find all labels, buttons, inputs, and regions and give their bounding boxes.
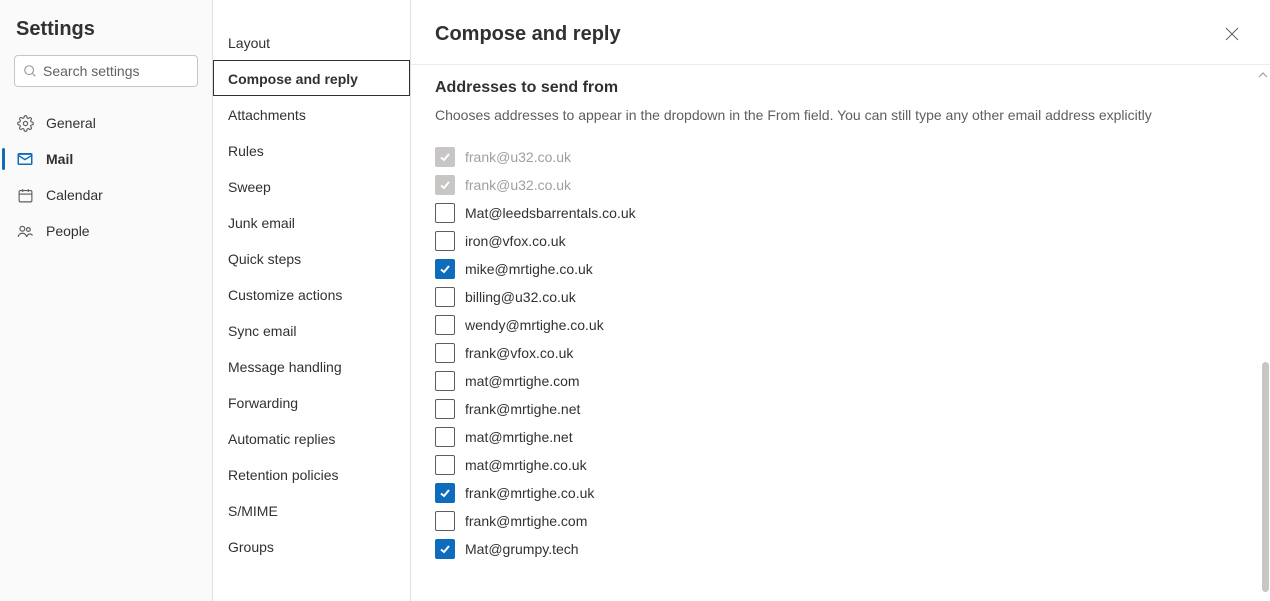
address-label: mike@mrtighe.co.uk: [465, 261, 593, 277]
submenu-item[interactable]: Customize actions: [213, 276, 410, 312]
address-label: frank@vfox.co.uk: [465, 345, 573, 361]
gear-icon: [16, 114, 34, 132]
address-checkbox[interactable]: [435, 511, 455, 531]
address-item: frank@u32.co.uk: [435, 143, 1246, 171]
address-checkbox[interactable]: [435, 343, 455, 363]
submenu-item[interactable]: S/MIME: [213, 492, 410, 528]
address-label: Mat@leedsbarrentals.co.uk: [465, 205, 636, 221]
mail-icon: [16, 150, 34, 168]
address-checkbox[interactable]: [435, 203, 455, 223]
category-label: Mail: [46, 151, 73, 167]
address-item[interactable]: Mat@leedsbarrentals.co.uk: [435, 199, 1246, 227]
submenu-item[interactable]: Quick steps: [213, 240, 410, 276]
content-header: Compose and reply: [411, 0, 1270, 65]
address-checkbox[interactable]: [435, 539, 455, 559]
mail-submenu: LayoutCompose and replyAttachmentsRulesS…: [213, 0, 411, 601]
address-checkbox[interactable]: [435, 399, 455, 419]
address-checkbox[interactable]: [435, 259, 455, 279]
category-label: Calendar: [46, 187, 103, 203]
category-mail[interactable]: Mail: [0, 141, 212, 177]
address-checkbox[interactable]: [435, 427, 455, 447]
address-checkbox: [435, 147, 455, 167]
address-label: iron@vfox.co.uk: [465, 233, 566, 249]
address-item[interactable]: Mat@grumpy.tech: [435, 535, 1246, 563]
search-input[interactable]: [43, 63, 189, 79]
scrollbar-track[interactable]: [1261, 62, 1269, 599]
content-heading: Compose and reply: [435, 23, 621, 46]
settings-title: Settings: [0, 18, 212, 55]
address-list: frank@u32.co.uk frank@u32.co.uk Mat@leedsb…: [435, 143, 1246, 563]
category-calendar[interactable]: Calendar: [0, 177, 212, 213]
address-label: frank@mrtighe.com: [465, 513, 587, 529]
submenu-item[interactable]: Retention policies: [213, 456, 410, 492]
section-description: Chooses addresses to appear in the dropd…: [435, 107, 1246, 123]
submenu-item[interactable]: Sweep: [213, 168, 410, 204]
address-item[interactable]: iron@vfox.co.uk: [435, 227, 1246, 255]
address-checkbox[interactable]: [435, 483, 455, 503]
address-item: frank@u32.co.uk: [435, 171, 1246, 199]
address-label: frank@mrtighe.net: [465, 401, 580, 417]
submenu-item[interactable]: Junk email: [213, 204, 410, 240]
address-label: mat@mrtighe.co.uk: [465, 457, 587, 473]
close-button[interactable]: [1218, 20, 1246, 48]
category-label: People: [46, 223, 90, 239]
category-general[interactable]: General: [0, 105, 212, 141]
address-checkbox: [435, 175, 455, 195]
address-label: frank@u32.co.uk: [465, 177, 571, 193]
address-item[interactable]: frank@mrtighe.net: [435, 395, 1246, 423]
address-item[interactable]: mat@mrtighe.com: [435, 367, 1246, 395]
address-label: frank@mrtighe.co.uk: [465, 485, 594, 501]
submenu-item[interactable]: Groups: [213, 528, 410, 564]
address-checkbox[interactable]: [435, 455, 455, 475]
address-label: mat@mrtighe.com: [465, 373, 580, 389]
address-item[interactable]: mat@mrtighe.co.uk: [435, 451, 1246, 479]
submenu-item[interactable]: Automatic replies: [213, 420, 410, 456]
close-icon: [1225, 27, 1239, 41]
submenu-item[interactable]: Layout: [213, 24, 410, 60]
search-icon: [23, 64, 37, 78]
section-title: Addresses to send from: [435, 79, 1246, 97]
address-checkbox[interactable]: [435, 371, 455, 391]
people-icon: [16, 222, 34, 240]
address-item[interactable]: frank@vfox.co.uk: [435, 339, 1246, 367]
submenu-item[interactable]: Rules: [213, 132, 410, 168]
submenu-item[interactable]: Forwarding: [213, 384, 410, 420]
address-checkbox[interactable]: [435, 315, 455, 335]
settings-sidebar: Settings General Mail Calendar People: [0, 0, 213, 601]
address-checkbox[interactable]: [435, 231, 455, 251]
category-label: General: [46, 115, 96, 131]
search-box[interactable]: [14, 55, 198, 87]
address-label: mat@mrtighe.net: [465, 429, 573, 445]
address-label: Mat@grumpy.tech: [465, 541, 579, 557]
address-item[interactable]: wendy@mrtighe.co.uk: [435, 311, 1246, 339]
calendar-icon: [16, 186, 34, 204]
search-wrap: [0, 55, 212, 105]
submenu-item[interactable]: Attachments: [213, 96, 410, 132]
address-item[interactable]: mat@mrtighe.net: [435, 423, 1246, 451]
category-people[interactable]: People: [0, 213, 212, 249]
submenu-item[interactable]: Message handling: [213, 348, 410, 384]
content-panel: Compose and reply Addresses to send from…: [411, 0, 1270, 601]
submenu-item[interactable]: Sync email: [213, 312, 410, 348]
address-label: billing@u32.co.uk: [465, 289, 576, 305]
address-item[interactable]: frank@mrtighe.co.uk: [435, 479, 1246, 507]
address-item[interactable]: billing@u32.co.uk: [435, 283, 1246, 311]
address-checkbox[interactable]: [435, 287, 455, 307]
submenu-item[interactable]: Compose and reply: [213, 60, 410, 96]
address-item[interactable]: frank@mrtighe.com: [435, 507, 1246, 535]
content-body[interactable]: Addresses to send from Chooses addresses…: [411, 65, 1270, 601]
address-label: frank@u32.co.uk: [465, 149, 571, 165]
address-item[interactable]: mike@mrtighe.co.uk: [435, 255, 1246, 283]
scrollbar-thumb[interactable]: [1262, 362, 1269, 592]
address-label: wendy@mrtighe.co.uk: [465, 317, 604, 333]
